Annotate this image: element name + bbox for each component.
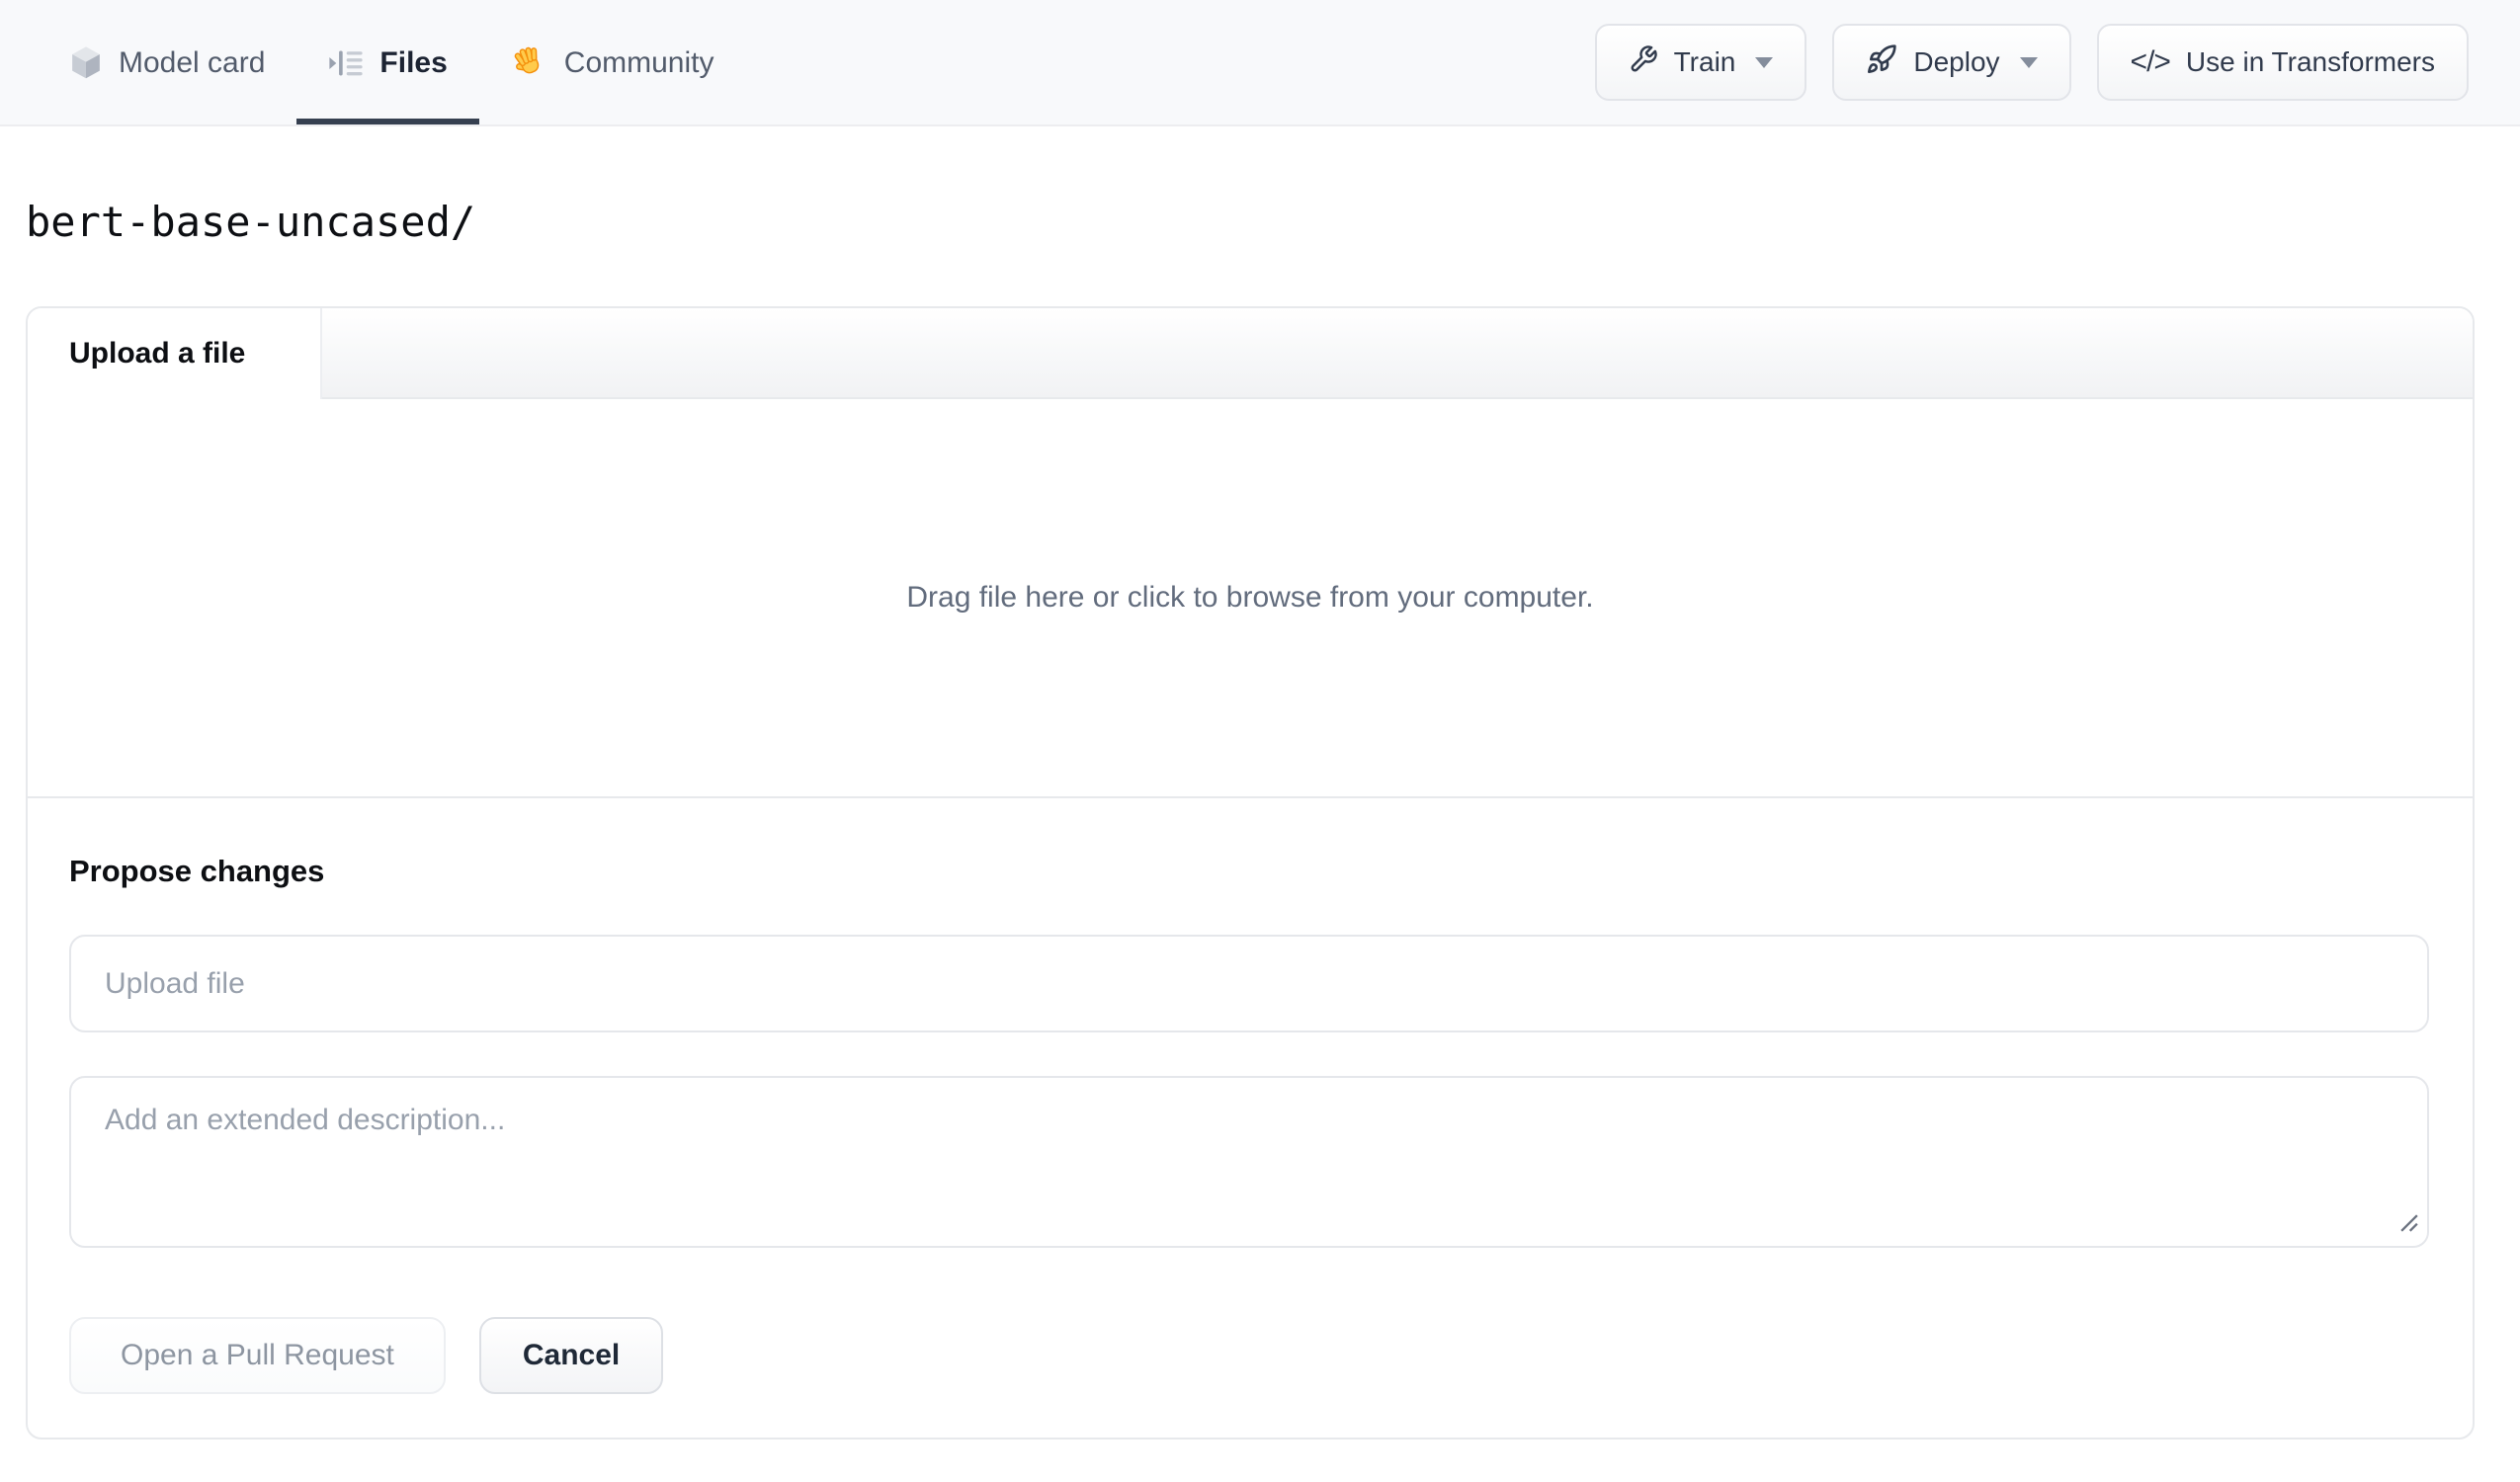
repo-action-buttons: Train Deploy </> Use in Transformers xyxy=(1594,0,2469,124)
cube-icon xyxy=(69,45,103,81)
deploy-button[interactable]: Deploy xyxy=(1832,24,2071,101)
wrench-icon xyxy=(1629,44,1658,81)
upload-tab-label: Upload a file xyxy=(69,337,246,370)
propose-changes-heading: Propose changes xyxy=(69,854,325,889)
tab-files[interactable]: Files xyxy=(296,0,479,124)
tabstrip-filler xyxy=(322,308,2473,400)
file-dropzone[interactable]: Drag file here or click to browse from y… xyxy=(28,399,2473,796)
tab-label: Community xyxy=(563,46,714,79)
upload-file-input[interactable] xyxy=(69,935,2429,1033)
page: Model card Files Community Train Deploy … xyxy=(0,0,2520,1441)
propose-changes-section: Propose changes Open a Pull Request Canc… xyxy=(28,796,2473,1438)
resize-handle-icon[interactable] xyxy=(2399,1213,2419,1238)
train-button[interactable]: Train xyxy=(1594,24,1807,101)
extended-description-textarea[interactable] xyxy=(69,1076,2429,1249)
tab-label: Model card xyxy=(119,46,266,79)
propose-buttons-row: Open a Pull Request Cancel xyxy=(69,1317,2429,1395)
upload-card: Upload a file Drag file here or click to… xyxy=(26,306,2475,1441)
chevron-down-icon xyxy=(1755,56,1774,68)
train-button-label: Train xyxy=(1673,46,1736,77)
dropzone-text: Drag file here or click to browse from y… xyxy=(906,581,1594,615)
tab-community[interactable]: Community xyxy=(479,0,746,124)
cancel-button[interactable]: Cancel xyxy=(478,1317,664,1395)
open-pull-request-button[interactable]: Open a Pull Request xyxy=(69,1317,446,1395)
code-icon: </> xyxy=(2130,45,2171,78)
upload-card-tabstrip: Upload a file xyxy=(28,308,2473,400)
repo-header: Model card Files Community Train Deploy … xyxy=(0,0,2520,126)
repo-tab-bar: Model card Files Community xyxy=(38,0,745,124)
breadcrumb: bert-base-uncased/ xyxy=(26,198,2520,247)
rocket-icon xyxy=(1866,43,1897,82)
tab-label: Files xyxy=(379,46,448,79)
use-in-transformers-label: Use in Transformers xyxy=(2185,46,2435,77)
tab-model-card[interactable]: Model card xyxy=(38,0,296,124)
description-field-wrapper xyxy=(69,1076,2429,1249)
deploy-button-label: Deploy xyxy=(1913,46,2000,77)
repo-path[interactable]: bert-base-uncased/ xyxy=(26,198,475,246)
list-tree-icon xyxy=(328,48,364,78)
waving-hand-icon xyxy=(511,44,548,82)
chevron-down-icon xyxy=(2019,56,2038,68)
tab-upload-a-file[interactable]: Upload a file xyxy=(28,308,322,400)
use-in-transformers-button[interactable]: </> Use in Transformers xyxy=(2096,24,2469,101)
